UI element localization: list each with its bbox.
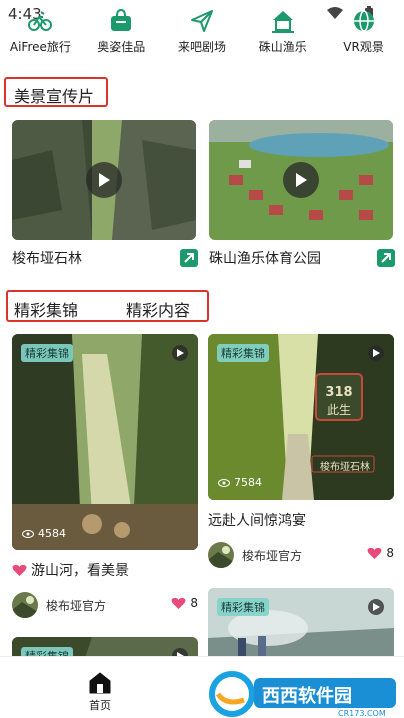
promo-thumbnail [12,120,196,240]
promo-thumbnail [209,120,393,240]
nav-aozi[interactable]: 奥姿佳品 [81,8,162,60]
play-icon [296,173,307,187]
category-tag: 精彩集锦 [21,344,73,362]
like-count[interactable]: 8 [171,596,198,610]
view-count: 4584 [22,527,66,540]
feed-section-tabs: 精彩集锦 精彩内容 [6,290,209,322]
avatar[interactable] [12,592,38,618]
promo-card[interactable]: 硃山渔乐体育公园 [209,120,395,267]
open-link-button[interactable] [180,249,198,267]
open-link-button[interactable] [377,249,395,267]
feed-card[interactable]: 精彩集锦 4584 游山河，看美景 梭布垭官方 8 [12,334,198,618]
avatar[interactable] [208,542,234,568]
eye-icon [218,478,230,487]
heart-icon [171,597,186,609]
view-count-value: 7584 [234,476,262,489]
author-row: 梭布垭官方 8 [208,542,394,568]
nav-fishing[interactable]: 硃山渔乐 [242,8,323,60]
top-nav: AiFree旅行 奥姿佳品 来吧剧场 硃山渔乐 VR观景 [0,8,404,60]
shopping-bag-icon [111,8,132,31]
bicycle-icon [28,11,53,31]
play-button[interactable] [86,162,122,198]
nav-aifree[interactable]: AiFree旅行 [0,8,81,60]
play-icon [99,173,110,187]
like-count[interactable]: 8 [367,546,394,560]
category-tag: 精彩集锦 [217,598,269,616]
heart-icon [367,547,382,559]
svg-text:318: 318 [325,385,352,400]
promo-title: 硃山渔乐体育公园 [209,251,321,267]
nav-label: 硃山渔乐 [258,40,307,54]
promo-title: 梭布垭石林 [12,251,82,267]
tab-home-label: 首页 [89,699,111,712]
nav-label: AiFree旅行 [9,40,71,54]
play-button[interactable] [283,162,319,198]
author-row: 梭布垭官方 8 [12,592,198,618]
like-count-value: 8 [386,546,394,560]
section-title: 美景宣传片 [14,87,95,106]
watermark-text: 西西软件园 [262,686,352,707]
nav-label: VR观景 [343,40,384,54]
play-icon [373,603,380,611]
category-tag: 精彩集锦 [217,344,269,362]
arrow-up-right-icon [184,253,194,263]
eye-icon [22,529,34,538]
fishing-hut-icon [271,11,294,33]
play-icon [177,349,184,357]
nav-label: 奥姿佳品 [97,40,146,54]
watermark-subtext: CR173.COM [338,709,386,718]
play-icon [373,349,380,357]
watermark-logo: 西西软件园 CR173.COM [204,664,404,718]
feed-title: 游山河，看美景 [31,563,129,579]
feed-thumbnail: 精彩集锦 4584 [12,334,198,550]
video-badge [368,345,384,361]
feed-title-row: 远赴人间惊鸿宴 [208,510,394,530]
feed-title-row: 游山河，看美景 [12,560,198,580]
feed-card[interactable]: 318 此生 梭布垭石林 精彩集锦 7584 远赴人间惊鸿宴 梭布垭官方 8 [208,334,394,568]
tab-content[interactable]: 精彩内容 [126,297,190,321]
author-name[interactable]: 梭布垭官方 [46,597,106,614]
video-badge [368,599,384,615]
view-count-value: 4584 [38,527,66,540]
paper-plane-icon [190,10,213,32]
feed-thumbnail: 318 此生 梭布垭石林 精彩集锦 7584 [208,334,394,500]
nav-vr[interactable]: VR观景 [323,8,404,60]
home-icon [89,672,111,694]
feed-title: 远赴人间惊鸿宴 [208,513,306,529]
author-name[interactable]: 梭布垭官方 [242,547,302,564]
svg-text:此生: 此生 [327,403,351,417]
promo-card[interactable]: 梭布垭石林 [12,120,198,267]
like-count-value: 8 [190,596,198,610]
globe-icon [353,10,374,32]
video-badge [172,345,188,361]
nav-label: 来吧剧场 [177,40,226,54]
promo-section-title: 美景宣传片 [4,77,108,107]
tab-home[interactable]: 首页 [84,671,116,713]
view-count: 7584 [218,476,262,489]
heart-icon [12,564,27,576]
tab-highlights[interactable]: 精彩集锦 [14,297,78,321]
arrow-up-right-icon [381,253,391,263]
image-caption: 梭布垭石林 [320,462,370,473]
nav-theater[interactable]: 来吧剧场 [162,8,243,60]
